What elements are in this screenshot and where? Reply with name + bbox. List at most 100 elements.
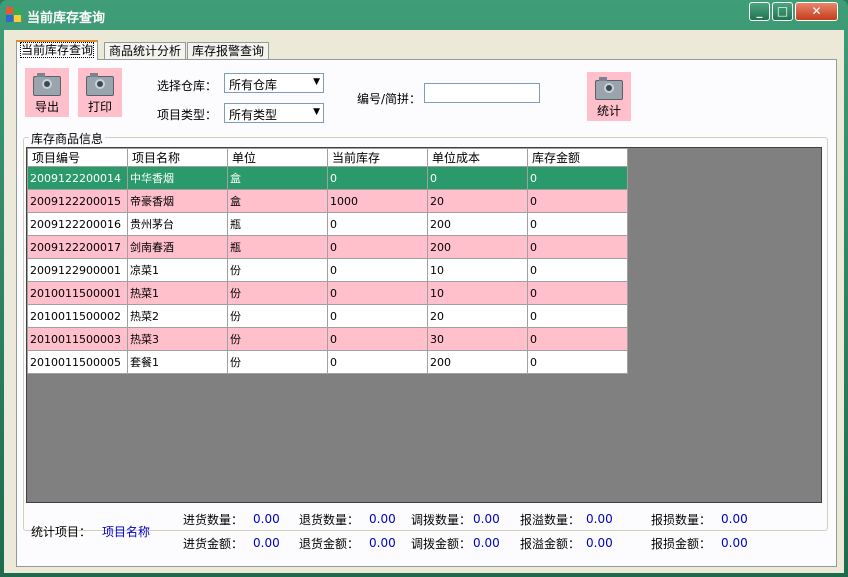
cell-cost[interactable]: 30	[427, 327, 528, 351]
cell-code[interactable]: 2009122200015	[27, 189, 128, 213]
cell-amount[interactable]: 0	[527, 166, 628, 190]
transfer-qty-label: 调拨数量：	[411, 513, 472, 527]
cell-cost[interactable]: 200	[427, 235, 528, 259]
cell-name[interactable]: 剑南春酒	[127, 235, 228, 259]
col-header-cost[interactable]: 单位成本	[427, 148, 528, 167]
cell-name[interactable]: 中华香烟	[127, 166, 228, 190]
type-select[interactable]: 所有类型 ▼	[224, 103, 324, 123]
cell-cost[interactable]: 200	[427, 212, 528, 236]
inventory-grid[interactable]: 项目编号 项目名称 单位 当前库存 单位成本 库存金额 200912220001…	[26, 147, 822, 503]
col-header-amount[interactable]: 库存金额	[527, 148, 628, 167]
table-row[interactable]: 2010011500005 套餐1 份 0 200 0	[27, 350, 628, 374]
tab-stock-alert[interactable]: 库存报警查询	[187, 42, 270, 59]
maximize-button[interactable]: □	[772, 2, 793, 21]
title-bar[interactable]: 当前库存查询 _ □ ✕	[0, 0, 848, 30]
minimize-button[interactable]: _	[749, 2, 770, 21]
cell-code[interactable]: 2010011500001	[27, 281, 128, 305]
cell-amount[interactable]: 0	[527, 327, 628, 351]
cell-cost[interactable]: 20	[427, 304, 528, 328]
purchase-amt-label: 进货金额：	[183, 537, 244, 551]
cell-amount[interactable]: 0	[527, 235, 628, 259]
cell-amount[interactable]: 0	[527, 258, 628, 282]
inventory-table: 项目编号 项目名称 单位 当前库存 单位成本 库存金额 200912220001…	[27, 148, 628, 374]
table-row[interactable]: 2009122900001 凉菜1 份 0 10 0	[27, 258, 628, 282]
cell-unit[interactable]: 盒	[227, 166, 328, 190]
code-input[interactable]	[424, 83, 540, 103]
cell-amount[interactable]: 0	[527, 350, 628, 374]
cell-code[interactable]: 2009122200016	[27, 212, 128, 236]
table-row[interactable]: 2009122200015 帝豪香烟盒 1000 20 0	[27, 189, 628, 213]
close-button[interactable]: ✕	[795, 2, 838, 21]
cell-stock[interactable]: 0	[327, 327, 428, 351]
cell-stock[interactable]: 0	[327, 166, 428, 190]
stats-label: 统计	[596, 104, 621, 118]
warehouse-select[interactable]: 所有仓库 ▼	[224, 73, 324, 93]
cell-unit[interactable]: 瓶	[227, 235, 328, 259]
overflow-amt-label: 报溢金额：	[520, 537, 581, 551]
cell-cost[interactable]: 0	[427, 166, 528, 190]
table-row[interactable]: 2010011500002 热菜2 份 0 20 0	[27, 304, 628, 328]
cell-unit[interactable]: 份	[227, 281, 328, 305]
cell-unit[interactable]: 份	[227, 258, 328, 282]
cell-amount[interactable]: 0	[527, 281, 628, 305]
cell-name[interactable]: 热菜1	[127, 281, 228, 305]
overflow-amt-value: 0.00	[586, 536, 613, 550]
cell-stock[interactable]: 0	[327, 281, 428, 305]
table-row[interactable]: 2009122200014 中华香烟盒 0 0 0	[27, 166, 628, 190]
cell-name[interactable]: 凉菜1	[127, 258, 228, 282]
cell-unit[interactable]: 瓶	[227, 212, 328, 236]
cell-name[interactable]: 贵州茅台	[127, 212, 228, 236]
col-header-unit[interactable]: 单位	[227, 148, 328, 167]
cell-name[interactable]: 热菜3	[127, 327, 228, 351]
cell-code[interactable]: 2010011500003	[27, 327, 128, 351]
cell-stock[interactable]: 0	[327, 212, 428, 236]
cell-stock[interactable]: 0	[327, 258, 428, 282]
cell-unit[interactable]: 份	[227, 327, 328, 351]
table-row[interactable]: 2010011500001 热菜1 份 0 10 0	[27, 281, 628, 305]
cell-unit[interactable]: 盒	[227, 189, 328, 213]
table-row[interactable]: 2009122200016 贵州茅台瓶 0 200 0	[27, 212, 628, 236]
cell-code[interactable]: 2010011500005	[27, 350, 128, 374]
cell-amount[interactable]: 0	[527, 212, 628, 236]
overflow-qty-value: 0.00	[586, 512, 613, 526]
col-header-code[interactable]: 项目编号	[27, 148, 128, 167]
cell-stock[interactable]: 0	[327, 235, 428, 259]
return-qty-label: 退货数量：	[299, 513, 360, 527]
tab-label: 当前库存查询	[19, 42, 95, 58]
cell-code[interactable]: 2009122200014	[27, 166, 128, 190]
window-title: 当前库存查询	[27, 11, 106, 26]
cell-stock[interactable]: 1000	[327, 189, 428, 213]
main-window: 当前库存查询 _ □ ✕ 当前库存查询 商品统计分析 库存报警查询 导出 打印 …	[0, 0, 848, 577]
cell-amount[interactable]: 0	[527, 189, 628, 213]
cell-amount[interactable]: 0	[527, 304, 628, 328]
cell-name[interactable]: 套餐1	[127, 350, 228, 374]
cell-cost[interactable]: 20	[427, 189, 528, 213]
tab-current-stock[interactable]: 当前库存查询	[16, 40, 99, 60]
cell-code[interactable]: 2009122200017	[27, 235, 128, 259]
cell-unit[interactable]: 份	[227, 350, 328, 374]
cell-cost[interactable]: 10	[427, 281, 528, 305]
cell-code[interactable]: 2010011500002	[27, 304, 128, 328]
cell-stock[interactable]: 0	[327, 350, 428, 374]
cell-cost[interactable]: 10	[427, 258, 528, 282]
warehouse-label: 选择仓库：	[157, 79, 218, 93]
stats-button[interactable]: 统计	[587, 72, 631, 121]
tab-product-analysis[interactable]: 商品统计分析	[104, 42, 187, 59]
cell-unit[interactable]: 份	[227, 304, 328, 328]
cell-name[interactable]: 热菜2	[127, 304, 228, 328]
print-label: 打印	[87, 100, 112, 114]
cell-cost[interactable]: 200	[427, 350, 528, 374]
tab-label: 商品统计分析	[109, 44, 182, 58]
cell-code[interactable]: 2009122900001	[27, 258, 128, 282]
table-row[interactable]: 2009122200017 剑南春酒瓶 0 200 0	[27, 235, 628, 259]
col-header-name[interactable]: 项目名称	[127, 148, 228, 167]
export-button[interactable]: 导出	[25, 68, 69, 117]
loss-qty-value: 0.00	[721, 512, 748, 526]
table-row[interactable]: 2010011500003 热菜3 份 0 30 0	[27, 327, 628, 351]
type-value: 所有类型	[229, 108, 278, 122]
stat-item-label: 统计项目：	[31, 525, 92, 539]
print-button[interactable]: 打印	[78, 68, 122, 117]
col-header-stock[interactable]: 当前库存	[327, 148, 428, 167]
cell-stock[interactable]: 0	[327, 304, 428, 328]
cell-name[interactable]: 帝豪香烟	[127, 189, 228, 213]
